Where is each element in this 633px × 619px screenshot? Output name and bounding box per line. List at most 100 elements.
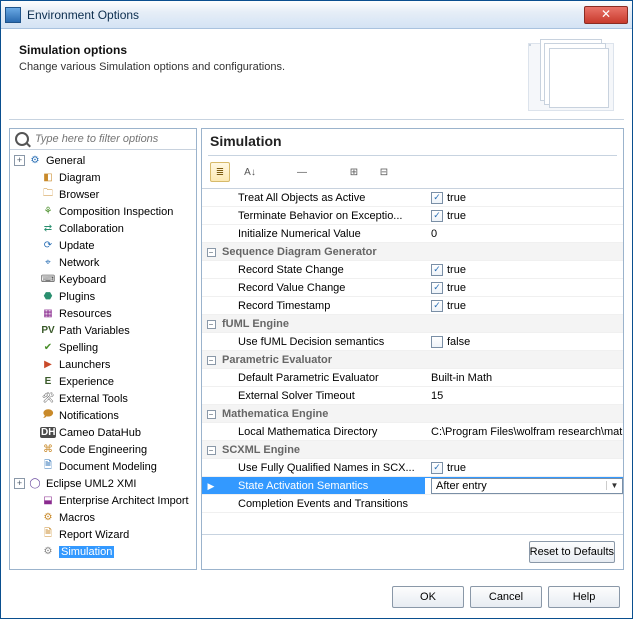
sidebar: +⚙General◧Diagram🗀Browser⚘Composition In… bbox=[9, 128, 197, 570]
checkbox[interactable]: ✓ bbox=[431, 210, 443, 222]
collapse-all-button[interactable]: ⊟ bbox=[374, 162, 394, 182]
collapse-icon[interactable]: − bbox=[207, 320, 216, 329]
property-dropdown[interactable]: After entry▼After entryBefore entry bbox=[431, 478, 623, 494]
tree-expand-icon[interactable]: + bbox=[14, 155, 25, 166]
tree-item-label: Spelling bbox=[59, 342, 98, 354]
sidebar-item-keyboard[interactable]: ⌨Keyboard bbox=[12, 271, 194, 288]
tree-item-label: Collaboration bbox=[59, 223, 124, 235]
sidebar-item-network[interactable]: ⌖Network bbox=[12, 254, 194, 271]
property-value: true bbox=[447, 192, 466, 204]
tree-item-label: Notifications bbox=[59, 410, 119, 422]
categorize-button[interactable]: ≣ bbox=[210, 162, 230, 182]
property-name: Use fUML Decision semantics bbox=[220, 336, 425, 348]
property-group[interactable]: −fUML Engine bbox=[202, 315, 623, 333]
reset-defaults-button[interactable]: Reset to Defaults bbox=[529, 541, 615, 563]
dialog-window: Environment Options ✕ Simulation options… bbox=[0, 0, 633, 619]
checkbox[interactable]: ✓ bbox=[431, 264, 443, 276]
property-value: 15 bbox=[431, 390, 443, 402]
options-tree[interactable]: +⚙General◧Diagram🗀Browser⚘Composition In… bbox=[10, 150, 196, 569]
sidebar-item-external-tools[interactable]: 🛠External Tools bbox=[12, 390, 194, 407]
tree-lead-icon: PV bbox=[40, 325, 56, 336]
collapse-icon[interactable]: − bbox=[207, 356, 216, 365]
search-input[interactable] bbox=[33, 132, 191, 146]
property-row[interactable]: Terminate Behavior on Exceptio...✓true bbox=[202, 207, 623, 225]
tree-item-icon: ◯ bbox=[27, 477, 43, 491]
sidebar-item-launchers[interactable]: ▶Launchers bbox=[12, 356, 194, 373]
sidebar-item-diagram[interactable]: ◧Diagram bbox=[12, 169, 194, 186]
ok-button[interactable]: OK bbox=[392, 586, 464, 608]
close-button[interactable]: ✕ bbox=[584, 6, 628, 24]
group-name: Mathematica Engine bbox=[220, 408, 623, 420]
checkbox[interactable] bbox=[431, 336, 443, 348]
property-row[interactable]: Record Value Change✓true bbox=[202, 279, 623, 297]
property-row[interactable]: Record Timestamp✓true bbox=[202, 297, 623, 315]
sidebar-item-code-engineering[interactable]: ⌘Code Engineering bbox=[12, 441, 194, 458]
tree-item-icon: 🗎 bbox=[40, 460, 56, 474]
property-row[interactable]: Treat All Objects as Active✓true bbox=[202, 189, 623, 207]
tree-item-icon: ⬓ bbox=[40, 494, 56, 508]
tree-item-label: Keyboard bbox=[59, 274, 106, 286]
property-group[interactable]: −Sequence Diagram Generator bbox=[202, 243, 623, 261]
property-value: true bbox=[447, 300, 466, 312]
property-value: true bbox=[447, 210, 466, 222]
sidebar-item-enterprise-architect-import[interactable]: ⬓Enterprise Architect Import bbox=[12, 492, 194, 509]
sidebar-item-report-wizard[interactable]: 🗎Report Wizard bbox=[12, 526, 194, 543]
expand-all-button[interactable]: ⊞ bbox=[344, 162, 364, 182]
property-row[interactable]: Use fUML Decision semanticsfalse bbox=[202, 333, 623, 351]
property-row[interactable]: Local Mathematica DirectoryC:\Program Fi… bbox=[202, 423, 623, 441]
collapse-icon[interactable]: − bbox=[207, 248, 216, 257]
tree-item-icon: ▶ bbox=[40, 358, 56, 372]
checkbox[interactable]: ✓ bbox=[431, 300, 443, 312]
property-row[interactable]: Record State Change✓true bbox=[202, 261, 623, 279]
sidebar-item-experience[interactable]: EExperience bbox=[12, 373, 194, 390]
property-list: Treat All Objects as Active✓trueTerminat… bbox=[202, 188, 623, 534]
titlebar[interactable]: Environment Options ✕ bbox=[1, 1, 632, 29]
checkbox[interactable]: ✓ bbox=[431, 192, 443, 204]
chevron-down-icon[interactable]: ▼ bbox=[606, 481, 622, 490]
search-box[interactable] bbox=[10, 129, 196, 150]
sidebar-item-composition-inspection[interactable]: ⚘Composition Inspection bbox=[12, 203, 194, 220]
property-value: true bbox=[447, 282, 466, 294]
checkbox[interactable]: ✓ bbox=[431, 462, 443, 474]
property-row[interactable]: Default Parametric EvaluatorBuilt-in Mat… bbox=[202, 369, 623, 387]
sidebar-item-macros[interactable]: ⚙Macros bbox=[12, 509, 194, 526]
tree-item-icon: ⟳ bbox=[40, 239, 56, 253]
sidebar-item-path-variables[interactable]: PVPath Variables bbox=[12, 322, 194, 339]
sidebar-item-simulation[interactable]: ⚙Simulation bbox=[12, 543, 194, 560]
property-row[interactable]: Completion Events and Transitions bbox=[202, 495, 623, 513]
sidebar-item-eclipse-uml2-xmi[interactable]: +◯Eclipse UML2 XMI bbox=[12, 475, 194, 492]
property-group[interactable]: −SCXML Engine bbox=[202, 441, 623, 459]
tree-item-label: Plugins bbox=[59, 291, 95, 303]
checkbox[interactable]: ✓ bbox=[431, 282, 443, 294]
tree-item-icon: ◧ bbox=[40, 171, 56, 185]
property-name: Use Fully Qualified Names in SCX... bbox=[220, 462, 425, 474]
tree-item-icon: ⌘ bbox=[40, 443, 56, 457]
sort-button[interactable]: A↓ bbox=[240, 162, 260, 182]
header: Simulation options Change various Simula… bbox=[1, 29, 632, 119]
tree-expand-icon[interactable]: + bbox=[14, 478, 25, 489]
property-row[interactable]: External Solver Timeout15 bbox=[202, 387, 623, 405]
collapse-icon[interactable]: − bbox=[207, 446, 216, 455]
property-row[interactable]: Use Fully Qualified Names in SCX...✓true bbox=[202, 459, 623, 477]
collapse-icon[interactable]: − bbox=[207, 410, 216, 419]
property-row[interactable]: Initialize Numerical Value0 bbox=[202, 225, 623, 243]
sidebar-item-general[interactable]: +⚙General bbox=[12, 152, 194, 169]
sidebar-item-resources[interactable]: ▦Resources bbox=[12, 305, 194, 322]
sidebar-item-spelling[interactable]: ✔Spelling bbox=[12, 339, 194, 356]
property-row[interactable]: ▶State Activation SemanticsAfter entry▼A… bbox=[202, 477, 623, 495]
sidebar-item-update[interactable]: ⟳Update bbox=[12, 237, 194, 254]
sidebar-item-browser[interactable]: 🗀Browser bbox=[12, 186, 194, 203]
sidebar-item-document-modeling[interactable]: 🗎Document Modeling bbox=[12, 458, 194, 475]
sidebar-item-notifications[interactable]: 🗩Notifications bbox=[12, 407, 194, 424]
property-group[interactable]: −Parametric Evaluator bbox=[202, 351, 623, 369]
help-button[interactable]: Help bbox=[548, 586, 620, 608]
cancel-button[interactable]: Cancel bbox=[470, 586, 542, 608]
window-title: Environment Options bbox=[27, 8, 584, 22]
sidebar-item-cameo-datahub[interactable]: DHCameo DataHub bbox=[12, 424, 194, 441]
property-value: C:\Program Files\wolfram research\mat bbox=[431, 426, 622, 438]
sidebar-item-plugins[interactable]: ⬣Plugins bbox=[12, 288, 194, 305]
property-group[interactable]: −Mathematica Engine bbox=[202, 405, 623, 423]
property-toolbar: ≣ A↓ — ⊞ ⊟ bbox=[202, 160, 623, 188]
sidebar-item-collaboration[interactable]: ⇄Collaboration bbox=[12, 220, 194, 237]
description-button[interactable]: — bbox=[292, 162, 312, 182]
